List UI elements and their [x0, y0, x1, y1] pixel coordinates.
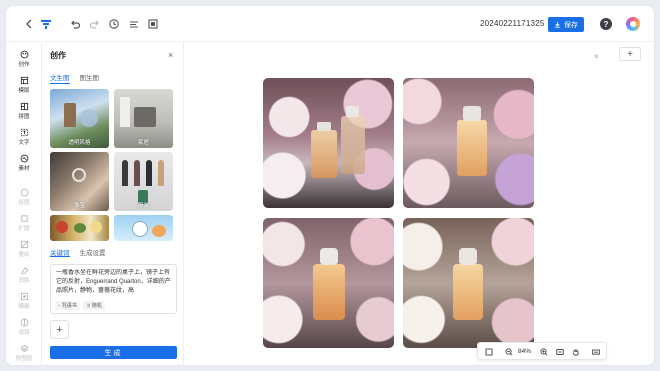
collage-icon	[20, 102, 28, 111]
style-thumb-home[interactable]: 家居	[114, 89, 173, 148]
zoom-level: 84%	[518, 348, 532, 355]
book-icon: ▫	[58, 302, 60, 309]
expand-icon	[20, 215, 28, 222]
rail-item-template[interactable]: 模版	[6, 72, 42, 98]
tab-image-to-image[interactable]: 图生图	[80, 72, 100, 84]
save-button[interactable]: 保存	[548, 17, 584, 32]
layer-icon	[20, 344, 28, 353]
rail-item-collage[interactable]: 拼图	[6, 98, 42, 124]
actual-size-icon[interactable]	[555, 347, 564, 356]
creation-panel: 创作 × 文生图 图生图 透明风格 家居 珠宝 服装 关键词 生成设置 一瓶香水…	[42, 42, 184, 365]
user-avatar[interactable]	[626, 17, 640, 31]
tab-text-to-image[interactable]: 文生图	[50, 72, 70, 84]
style-thumb-apparel[interactable]: 服装	[114, 152, 173, 211]
brush-icon	[20, 50, 28, 59]
blur-icon	[20, 292, 28, 301]
rail-label: 消除	[18, 278, 30, 284]
spellbook-chip[interactable]: ▫ 咒语书	[55, 301, 80, 310]
rail-item-text[interactable]: 文字	[6, 124, 42, 150]
prompt-tabs: 关键词 生成设置	[50, 247, 106, 257]
shuffle-icon: ⤨	[85, 302, 90, 309]
erase-icon	[20, 267, 28, 275]
prompt-actions: ▫ 咒语书 ⤨ 随机	[55, 301, 105, 310]
rail-label: 移图层	[15, 356, 33, 362]
style-thumb-transparent[interactable]: 透明风格	[50, 89, 109, 148]
download-icon	[554, 21, 561, 28]
rail-item-layer[interactable]: 移图层	[6, 340, 42, 365]
close-icon[interactable]: ×	[594, 52, 599, 61]
style-thumb-label: 服装	[137, 203, 149, 209]
back-chevron-icon[interactable]	[22, 17, 36, 31]
crop-frame-icon[interactable]	[146, 17, 160, 31]
keyboard-icon[interactable]	[591, 347, 600, 356]
prompt-input[interactable]: 一瓶香水坐在鲜花旁边的桌子上，镜子上有它的反射，Enguerrand Quart…	[50, 264, 177, 314]
undo-icon[interactable]	[68, 17, 82, 31]
generated-image-3[interactable]	[263, 218, 394, 348]
rail-label: 抠图	[18, 200, 30, 206]
rail-item-create[interactable]: 创作	[6, 46, 42, 72]
generated-image-1[interactable]	[263, 78, 394, 208]
prompt-text[interactable]: 一瓶香水坐在鲜花旁边的桌子上，镜子上有它的反射，Enguerrand Quart…	[56, 269, 171, 296]
spellbook-chip-label: 咒语书	[61, 303, 77, 309]
rail-label: 重绘	[18, 252, 30, 258]
generated-image-4[interactable]	[403, 218, 534, 348]
history-icon[interactable]	[107, 17, 121, 31]
rail-item-blur[interactable]: 模糊	[6, 288, 42, 314]
rail-label: 模糊	[18, 304, 30, 310]
rail-label: 扩图	[18, 226, 30, 232]
rail-label: 文字	[18, 140, 30, 146]
fit-screen-icon[interactable]	[484, 347, 493, 356]
help-icon[interactable]: ?	[600, 18, 612, 30]
rail-item-material[interactable]: 素材	[6, 150, 42, 176]
rail-label: 素材	[18, 166, 30, 172]
project-name[interactable]: 20240221171325	[480, 19, 545, 28]
rail-label: 拼图	[18, 114, 30, 120]
random-chip-label: 随机	[91, 303, 102, 309]
text-icon	[20, 128, 28, 137]
zoom-toolbar: 84%	[477, 342, 607, 360]
mode-tabs: 文生图 图生图	[50, 72, 99, 84]
redo-icon[interactable]	[88, 17, 102, 31]
zoom-in-icon[interactable]	[539, 347, 548, 356]
add-page-button[interactable]: +	[619, 47, 641, 61]
rail-item-redraw[interactable]: 重绘	[6, 236, 42, 262]
random-chip[interactable]: ⤨ 随机	[82, 301, 105, 310]
template-icon	[20, 76, 28, 85]
top-bar: 20240221171325 保存 ?	[6, 6, 654, 42]
save-button-label: 保存	[564, 21, 578, 29]
rail-item-filter[interactable]: 滤镜	[6, 314, 42, 340]
rail-item-erase[interactable]: 消除	[6, 262, 42, 288]
style-thumb-food[interactable]	[50, 215, 109, 241]
filter-icon	[20, 318, 28, 327]
hand-pan-icon[interactable]	[571, 347, 580, 356]
style-thumb-cartoon[interactable]	[114, 215, 173, 241]
canvas-area[interactable]: × + 84%	[185, 42, 654, 365]
redraw-icon	[20, 240, 28, 249]
tab-generation-settings[interactable]: 生成设置	[80, 247, 106, 257]
generated-image-2[interactable]	[403, 78, 534, 208]
generate-button[interactable]: 生成	[50, 346, 177, 359]
add-reference-button[interactable]: +	[50, 320, 69, 339]
home-logo-icon[interactable]	[39, 17, 53, 31]
rail-item-cutout[interactable]: 抠图	[6, 184, 42, 210]
app-window: 20240221171325 保存 ? 创作 模版 拼图 文字 素材 抠图 扩图…	[5, 5, 655, 366]
material-icon	[20, 154, 28, 163]
style-thumb-jewelry[interactable]: 珠宝	[50, 152, 109, 211]
rail-label: 模版	[18, 88, 30, 94]
layers-menu-icon[interactable]	[127, 17, 141, 31]
rail-item-expand[interactable]: 扩图	[6, 210, 42, 236]
style-thumb-label: 家居	[137, 140, 149, 146]
zoom-out-icon[interactable]	[504, 347, 513, 356]
cutout-icon	[20, 188, 28, 197]
tool-rail: 创作 模版 拼图 文字 素材 抠图 扩图 重绘 消除 模糊 滤镜 移图层	[6, 42, 42, 365]
style-thumb-label: 透明风格	[68, 140, 91, 146]
rail-label: 滤镜	[18, 330, 30, 336]
tab-keywords[interactable]: 关键词	[50, 247, 70, 257]
rail-label: 创作	[18, 62, 30, 68]
close-icon[interactable]: ×	[168, 50, 173, 60]
style-thumb-label: 珠宝	[73, 203, 85, 209]
panel-title: 创作	[50, 51, 66, 60]
